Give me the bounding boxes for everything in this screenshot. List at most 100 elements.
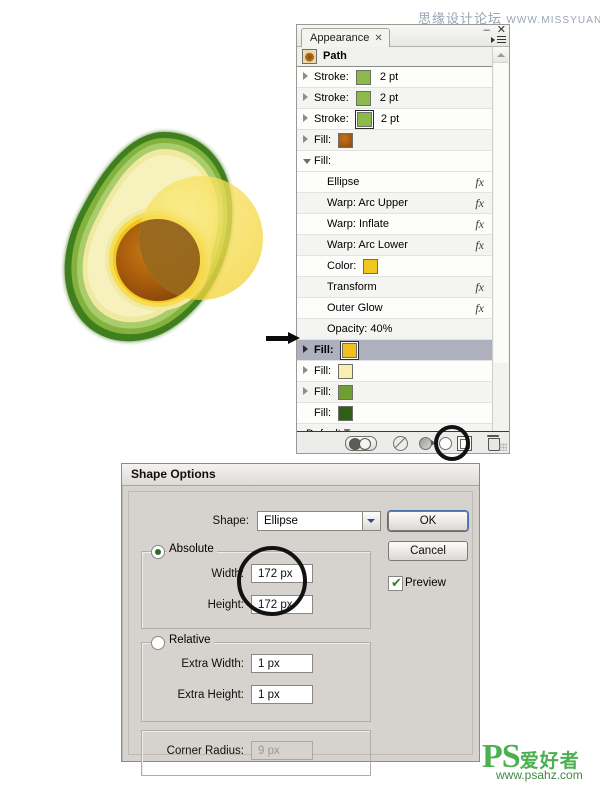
panel-titlebar[interactable]: Appearance ✕ – ✕ xyxy=(297,24,509,47)
tab-appearance[interactable]: Appearance ✕ xyxy=(301,28,390,47)
row-value[interactable]: 2 pt xyxy=(380,67,398,87)
color-swatch[interactable] xyxy=(356,111,372,127)
relative-label: Relative xyxy=(166,634,214,646)
row-label: Fill: xyxy=(314,155,332,168)
new-art-has-basic-appearance-icon[interactable] xyxy=(345,436,377,451)
avocado-illustration xyxy=(52,126,267,361)
appearance-row-effect-warp-inflate[interactable]: Warp: Inflate fx xyxy=(297,214,493,235)
disclosure-triangle-icon[interactable] xyxy=(303,382,314,402)
fx-icon[interactable]: fx xyxy=(475,214,484,234)
chevron-down-icon[interactable] xyxy=(362,512,380,530)
watermark-bottom: PS爱好者 www.psahz.com xyxy=(482,740,583,783)
appearance-row-stroke-2[interactable]: Stroke: 2 pt xyxy=(297,88,493,109)
row-label: Fill: xyxy=(314,386,332,399)
color-swatch[interactable] xyxy=(341,342,357,358)
disclosure-triangle-icon[interactable] xyxy=(303,340,314,360)
appearance-row-stroke-3[interactable]: Stroke: 2 pt xyxy=(297,109,493,130)
row-label: Ellipse xyxy=(327,176,360,189)
row-label: Transform xyxy=(327,281,377,294)
row-label: Fill: xyxy=(314,134,332,147)
reduce-to-basic-appearance-icon[interactable] xyxy=(419,437,453,450)
appearance-row-fill-brown[interactable]: Fill: xyxy=(297,130,493,151)
appearance-row-fill-green-dark[interactable]: Fill: xyxy=(297,403,493,424)
absolute-radio[interactable] xyxy=(151,545,165,559)
appearance-row-effect-transform[interactable]: Transform fx xyxy=(297,277,493,298)
scrollbar-thumb[interactable] xyxy=(494,63,508,363)
height-input[interactable]: 172 px xyxy=(251,595,313,614)
chevron-up-icon xyxy=(497,53,505,57)
shape-options-dialog[interactable]: Shape Options Shape: Ellipse OK Cancel ✔… xyxy=(121,463,480,776)
height-label: Height: xyxy=(207,599,244,611)
preview-checkbox[interactable]: ✔ xyxy=(388,576,403,591)
annotation-arrow-selected-fill xyxy=(266,332,300,344)
extra-height-input[interactable]: 1 px xyxy=(251,685,313,704)
delete-selected-item-icon[interactable] xyxy=(487,435,500,451)
tab-close-icon[interactable]: ✕ xyxy=(374,33,382,44)
width-input[interactable]: 172 px xyxy=(251,564,313,583)
dialog-title: Shape Options xyxy=(122,464,479,486)
disclosure-triangle-icon[interactable] xyxy=(303,67,314,87)
row-label: Warp: Arc Lower xyxy=(327,239,408,252)
panel-footer-toolbar[interactable] xyxy=(297,431,509,453)
color-swatch[interactable] xyxy=(363,258,379,274)
appearance-row-effect-warp-arc-lower[interactable]: Warp: Arc Lower fx xyxy=(297,235,493,256)
panel-resize-grip[interactable] xyxy=(499,443,507,451)
disclosure-triangle-icon[interactable] xyxy=(303,130,314,150)
extra-width-input[interactable]: 1 px xyxy=(251,654,313,673)
disclosure-triangle-icon[interactable] xyxy=(303,88,314,108)
appearance-header-label: Path xyxy=(323,50,347,62)
color-swatch[interactable] xyxy=(338,384,354,400)
appearance-row-color[interactable]: Color: xyxy=(297,256,493,277)
color-swatch[interactable] xyxy=(338,405,354,421)
disclosure-triangle-icon[interactable] xyxy=(303,361,314,381)
relative-radio[interactable] xyxy=(151,636,165,650)
fx-icon[interactable]: fx xyxy=(475,193,484,213)
shape-select[interactable]: Ellipse xyxy=(257,511,381,531)
cancel-button[interactable]: Cancel xyxy=(388,541,468,561)
disclosure-triangle-open-icon[interactable] xyxy=(303,151,314,171)
row-value[interactable]: 2 pt xyxy=(381,109,399,129)
fx-icon[interactable]: fx xyxy=(475,235,484,255)
minimize-icon[interactable]: – xyxy=(484,24,490,36)
appearance-row-fill-expanded[interactable]: Fill: xyxy=(297,151,493,172)
disclosure-triangle-icon[interactable] xyxy=(303,109,314,129)
row-label: Color: xyxy=(327,260,357,273)
color-swatch[interactable] xyxy=(338,363,354,379)
panel-menu-icon[interactable] xyxy=(491,35,506,45)
extra-width-label: Extra Width: xyxy=(181,658,244,670)
fx-icon[interactable]: fx xyxy=(475,172,484,192)
watermark-bottom-url: www.psahz.com xyxy=(496,768,583,782)
fx-icon[interactable]: fx xyxy=(475,277,484,297)
ok-button[interactable]: OK xyxy=(388,511,468,531)
appearance-row-fill-selected[interactable]: Fill: xyxy=(297,340,493,361)
appearance-header-path[interactable]: Path xyxy=(297,47,493,67)
appearance-row-fill-pale[interactable]: Fill: xyxy=(297,361,493,382)
row-value[interactable]: 2 pt xyxy=(380,88,398,108)
row-label: Fill: xyxy=(314,407,332,420)
appearance-row-opacity[interactable]: Opacity: 40% xyxy=(297,319,493,340)
appearance-row-effect-warp-arc-upper[interactable]: Warp: Arc Upper fx xyxy=(297,193,493,214)
row-label: Fill: xyxy=(314,344,334,357)
clear-appearance-icon[interactable] xyxy=(393,436,408,451)
absolute-group xyxy=(141,551,371,629)
appearance-row-effect-ellipse[interactable]: Ellipse fx xyxy=(297,172,493,193)
scroll-up-button[interactable] xyxy=(493,47,508,63)
appearance-panel[interactable]: Appearance ✕ – ✕ Path Stroke: 2 pt Stroke:… xyxy=(296,24,510,454)
appearance-row-effect-outer-glow[interactable]: Outer Glow fx xyxy=(297,298,493,319)
row-label: Opacity: 40% xyxy=(327,323,393,336)
color-swatch[interactable] xyxy=(355,90,371,106)
panel-body: Path Stroke: 2 pt Stroke: 2 pt Stroke: 2 pt… xyxy=(297,47,509,453)
fx-icon[interactable]: fx xyxy=(475,298,484,318)
panel-scrollbar[interactable] xyxy=(492,47,509,453)
preview-label: Preview xyxy=(405,577,446,589)
appearance-row-stroke-1[interactable]: Stroke: 2 pt xyxy=(297,67,493,88)
duplicate-selected-item-icon[interactable] xyxy=(457,436,472,451)
appearance-row-fill-green-mid[interactable]: Fill: xyxy=(297,382,493,403)
row-label: Stroke: xyxy=(314,71,349,84)
row-label: Fill: xyxy=(314,365,332,378)
color-swatch[interactable] xyxy=(355,69,371,85)
color-swatch[interactable] xyxy=(338,132,354,148)
tab-appearance-label: Appearance xyxy=(310,32,370,44)
watermark-top-url: WWW.MISSYUAN.COM xyxy=(506,15,600,26)
appearance-list[interactable]: Path Stroke: 2 pt Stroke: 2 pt Stroke: 2 pt… xyxy=(297,47,493,453)
